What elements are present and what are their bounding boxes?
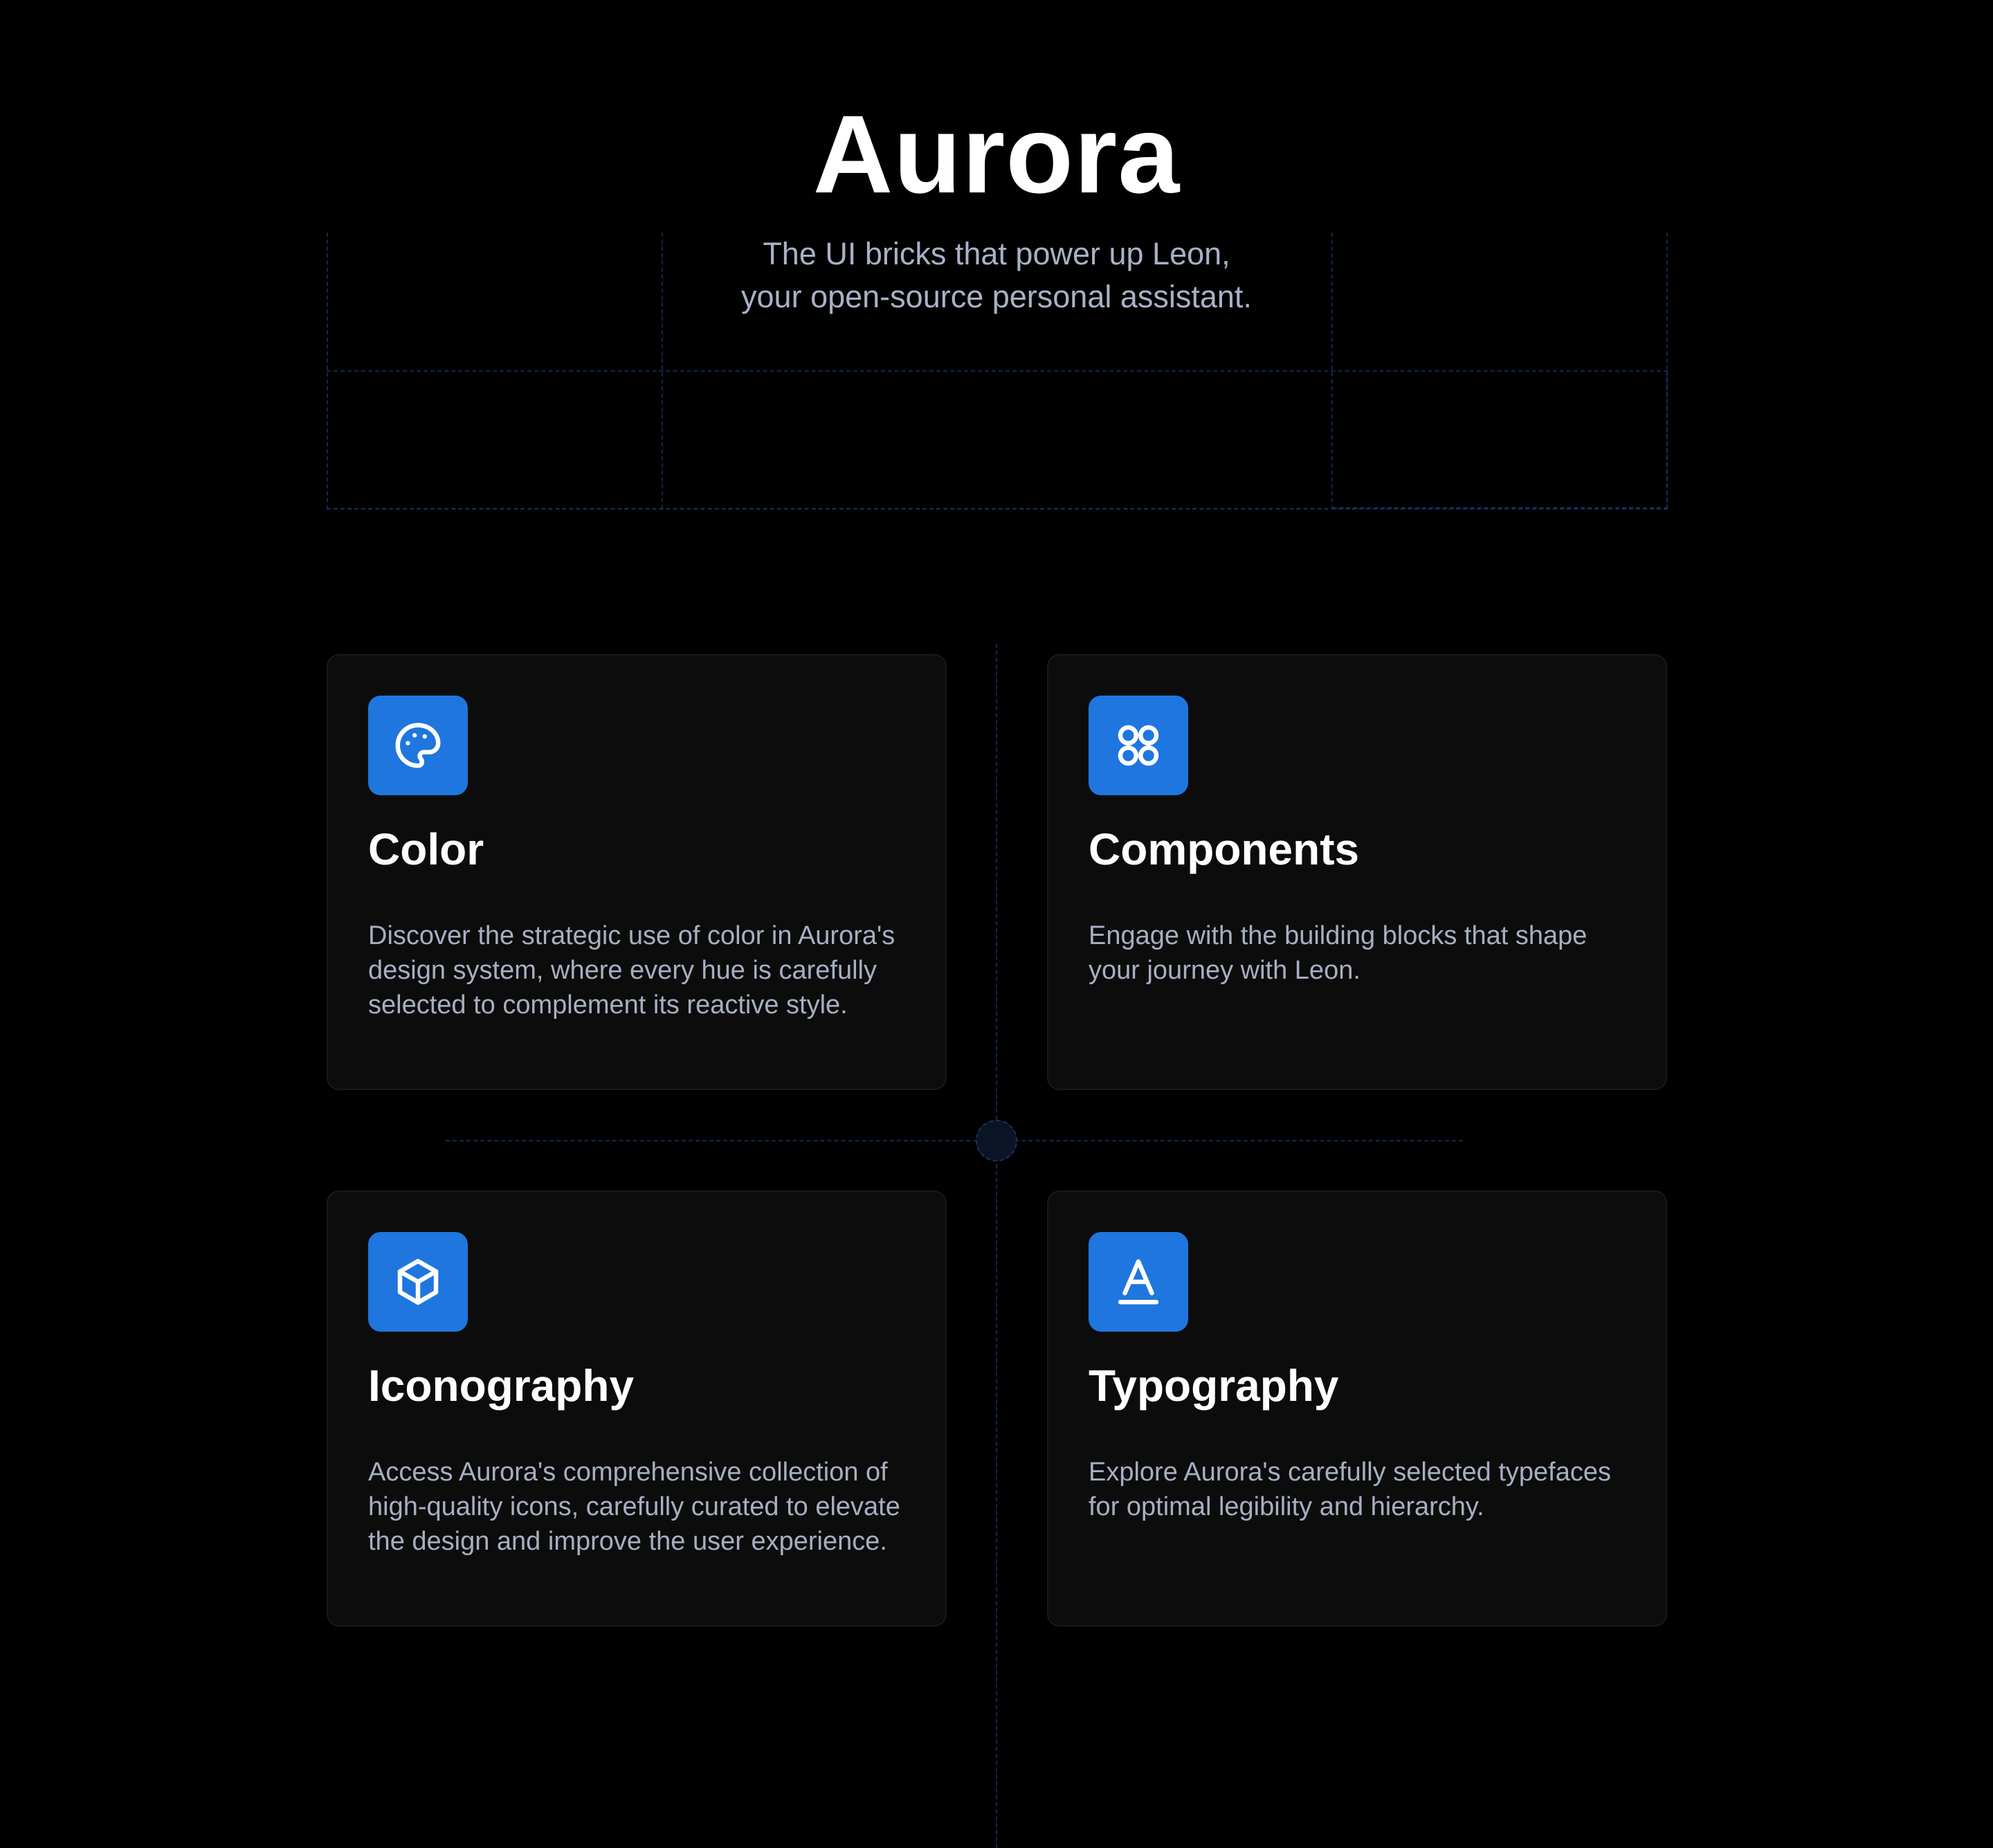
card-description-line: your journey with Leon. xyxy=(1089,956,1360,985)
card-description: Discover the strategic use of color in A… xyxy=(368,918,915,1022)
cube-icon xyxy=(368,1232,468,1332)
card-title: Components xyxy=(1089,824,1360,874)
card-description-line: the design and improve the user experien… xyxy=(368,1527,887,1556)
card-description-line: Explore Aurora's carefully selected type… xyxy=(1089,1458,1611,1487)
page-subtitle: The UI bricks that power up Leon, your o… xyxy=(0,233,1993,318)
card-description: Explore Aurora's carefully selected type… xyxy=(1089,1455,1635,1524)
card-components[interactable]: Components Engage with the building bloc… xyxy=(1047,654,1667,1090)
card-description-line: for optimal legibility and hierarchy. xyxy=(1089,1492,1484,1521)
card-description-line: selected to complement its reactive styl… xyxy=(368,990,848,1020)
center-node xyxy=(976,1120,1017,1161)
card-description-line: high-quality icons, carefully curated to… xyxy=(368,1492,900,1521)
grid-line xyxy=(327,508,1668,509)
grid-frame xyxy=(1333,370,1668,509)
card-description-line: Access Aurora's comprehensive collection… xyxy=(368,1458,888,1487)
components-icon xyxy=(1089,696,1188,795)
center-line xyxy=(996,644,997,1848)
subtitle-line: your open-source personal assistant. xyxy=(741,279,1252,314)
card-description: Access Aurora's comprehensive collection… xyxy=(368,1455,915,1559)
card-title: Iconography xyxy=(368,1361,635,1411)
card-typography[interactable]: Typography Explore Aurora's carefully se… xyxy=(1047,1190,1667,1627)
card-description-line: Discover the strategic use of color in A… xyxy=(368,921,895,950)
page-title: Aurora xyxy=(812,92,1181,216)
palette-icon xyxy=(368,696,468,795)
card-iconography[interactable]: Iconography Access Aurora's comprehensiv… xyxy=(327,1190,947,1627)
card-color[interactable]: Color Discover the strategic use of colo… xyxy=(327,654,947,1090)
card-title: Color xyxy=(368,824,484,874)
card-description: Engage with the building blocks that sha… xyxy=(1089,918,1635,988)
card-title: Typography xyxy=(1089,1361,1339,1411)
subtitle-line: The UI bricks that power up Leon, xyxy=(763,236,1230,271)
center-line xyxy=(446,1140,1463,1141)
card-description-line: design system, where every hue is carefu… xyxy=(368,956,877,985)
font-icon xyxy=(1089,1232,1188,1332)
card-description-line: Engage with the building blocks that sha… xyxy=(1089,921,1587,950)
